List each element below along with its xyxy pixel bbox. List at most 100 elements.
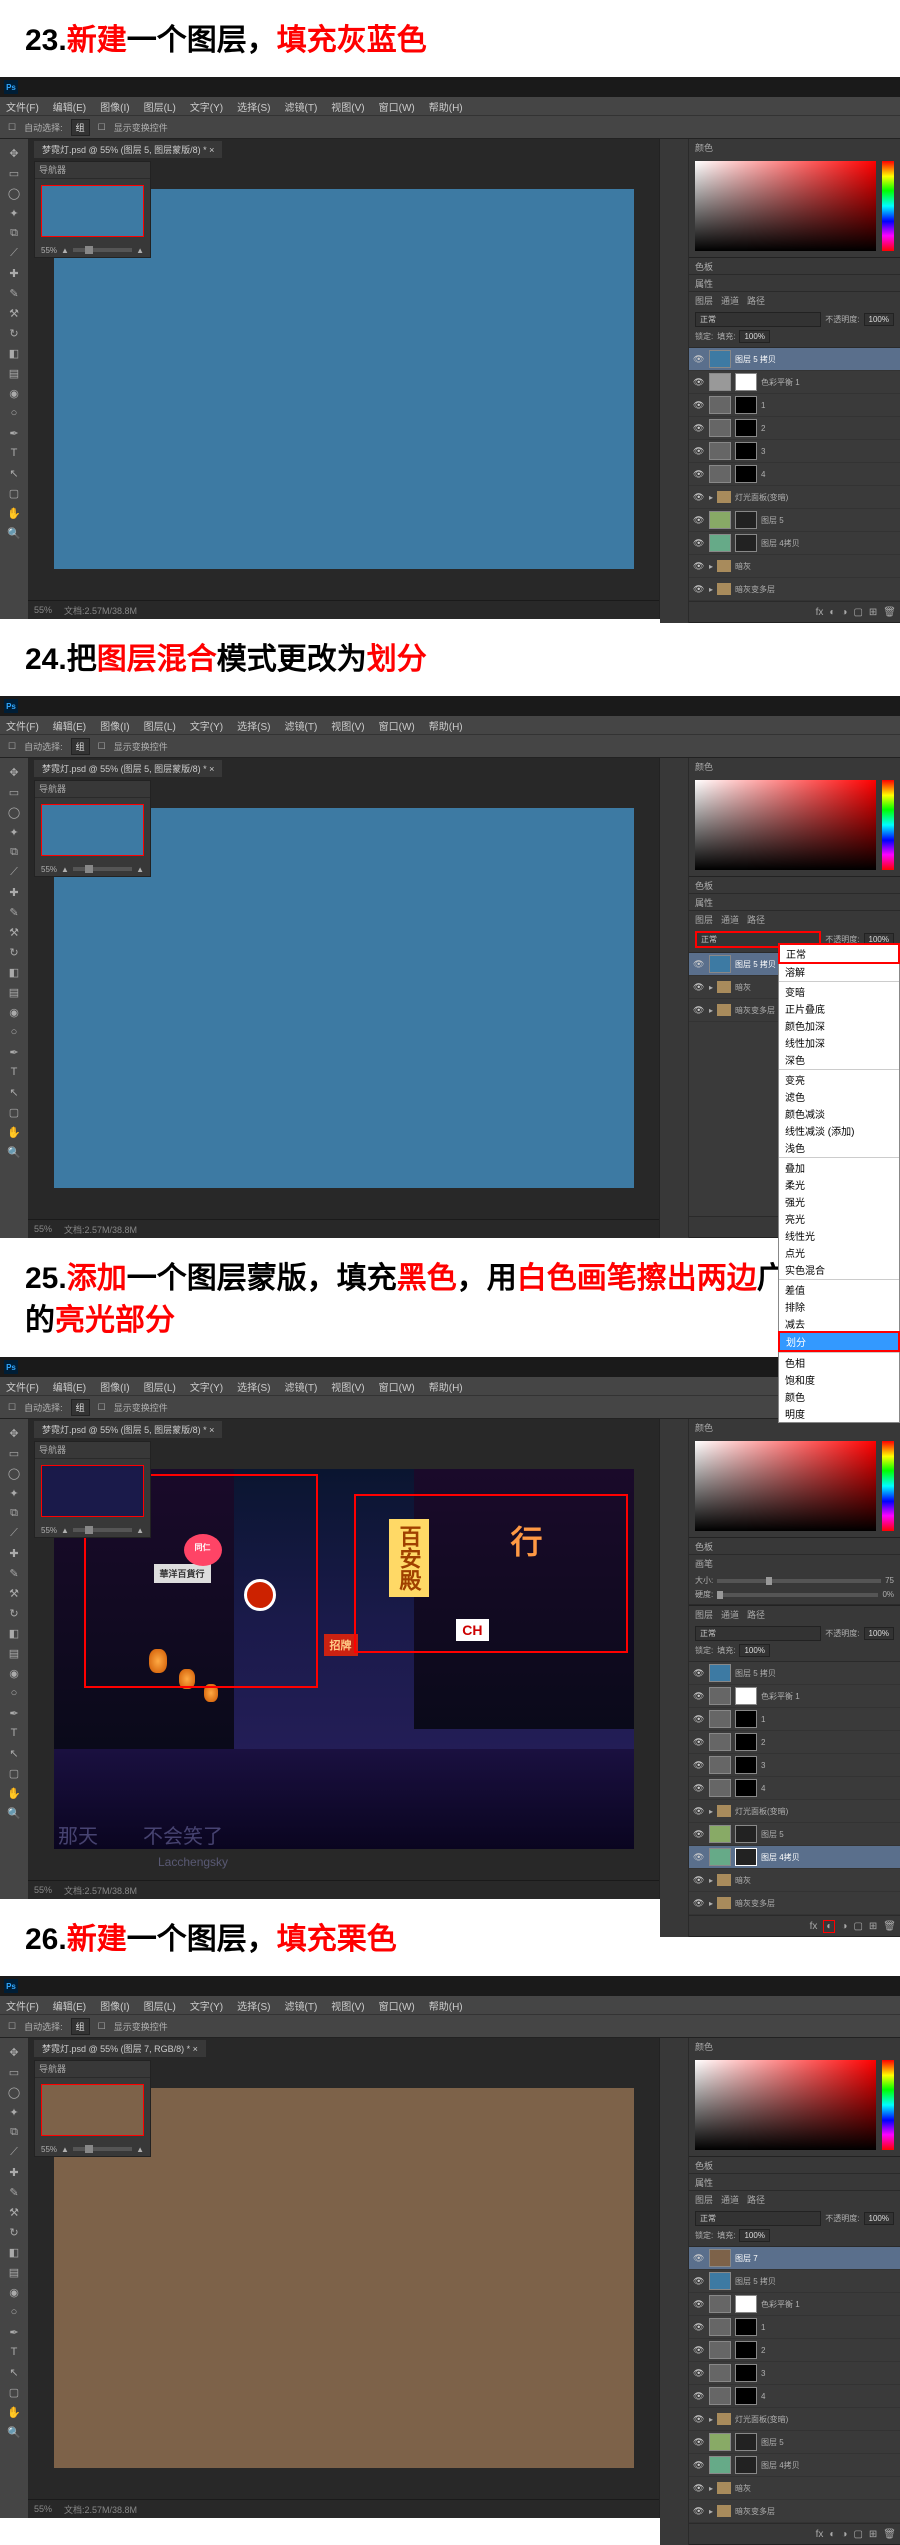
opt-auto-select-cb[interactable]: ☐ xyxy=(8,122,16,133)
opt-auto-select-label: 自动选择: xyxy=(24,121,63,134)
channels-tab[interactable]: 通道 xyxy=(721,294,739,307)
layer-row[interactable]: 👁 1 xyxy=(689,394,900,417)
fx-icon[interactable]: fx xyxy=(816,607,824,618)
dodge-tool-icon[interactable]: ○ xyxy=(0,403,28,423)
layer-row[interactable]: 👁 图层 5 xyxy=(689,509,900,532)
history-brush-icon[interactable]: ↻ xyxy=(0,323,28,343)
step-23: 23.新建一个图层，填充灰蓝色 Ps 文件(F) 编辑(E) 图像(I) 图层(… xyxy=(0,0,900,619)
navigator-panel[interactable]: 导航器 55%▲▲ xyxy=(34,1441,151,1538)
opt-show-transform-cb[interactable]: ☐ xyxy=(98,122,106,133)
layer-group[interactable]: 👁 ▸ 暗灰变多层 xyxy=(689,578,900,601)
ps-toolbar[interactable]: ✥▭ ◯✦ ⧉⟋ ✚✎ ⚒↻ ◧▤ ◉○ ✒T ↖▢ ✋🔍 xyxy=(0,1419,28,1899)
document-tab[interactable]: 梦霓灯.psd @ 55% (图层 5, 图层蒙版/8) * × xyxy=(34,1421,222,1438)
zoom-tool-icon[interactable]: 🔍 xyxy=(0,523,28,543)
blend-mode-select[interactable]: 正常 xyxy=(695,312,821,327)
document-tab[interactable]: 梦霓灯.psd @ 55% (图层 5, 图层蒙版/8) * × xyxy=(34,760,222,777)
color-spectrum[interactable] xyxy=(695,161,876,251)
opt-group-select[interactable]: 组 xyxy=(71,119,90,136)
navigator-panel[interactable]: 导航器 55% ▲ ▲ xyxy=(34,161,151,258)
lasso-tool-icon[interactable]: ◯ xyxy=(0,183,28,203)
blur-tool-icon[interactable]: ◉ xyxy=(0,383,28,403)
ps-toolbar[interactable]: ✥ ▭ ◯ ✦ ⧉ ⟋ ✚ ✎ ⚒ ↻ ◧ ▤ ◉ ○ ✒ T ↖ ▢ ✋ 🔍 xyxy=(0,139,28,619)
swatches-panel[interactable]: 色板 xyxy=(689,258,900,275)
crop-tool-icon[interactable]: ⧉ xyxy=(0,223,28,243)
hand-tool-icon[interactable]: ✋ xyxy=(0,503,28,523)
layer-row[interactable]: 👁 图层 4拷贝 xyxy=(689,532,900,555)
eyedropper-tool-icon[interactable]: ⟋ xyxy=(0,243,28,263)
hue-bar[interactable] xyxy=(882,161,894,251)
new-layer-icon[interactable]: ⊞ xyxy=(869,607,877,618)
navigator-preview[interactable] xyxy=(41,185,144,237)
menu-filter[interactable]: 滤镜(T) xyxy=(285,99,318,114)
navigator-zoom-slider[interactable]: 55% ▲ ▲ xyxy=(35,243,150,257)
menu-view[interactable]: 视图(V) xyxy=(331,99,364,114)
heal-tool-icon[interactable]: ✚ xyxy=(0,263,28,283)
color-picker[interactable] xyxy=(689,155,900,257)
menu-type[interactable]: 文字(Y) xyxy=(190,99,223,114)
navigator-panel[interactable]: 导航器 55%▲▲ xyxy=(34,2060,151,2157)
ps-logo-icon: Ps xyxy=(4,80,18,94)
statusbar: 55% 文档:2.57M/38.8M xyxy=(28,600,659,619)
layer-thumb xyxy=(709,350,731,368)
watermark-sub: Lacchengsky xyxy=(158,1855,228,1869)
paths-tab[interactable]: 路径 xyxy=(747,294,765,307)
navigator-panel[interactable]: 导航器 55%▲▲ xyxy=(34,780,151,877)
lock-label: 锁定: xyxy=(695,331,713,342)
opacity-value[interactable]: 100% xyxy=(864,313,894,326)
brush-tool-icon[interactable]: ✎ xyxy=(0,283,28,303)
layers-footer: fx ◐ ◑ ▢ ⊞ 🗑 xyxy=(689,601,900,622)
group-icon[interactable]: ▢ xyxy=(853,607,862,618)
step-24-title: 24.把图层混合模式更改为划分 xyxy=(0,629,900,696)
path-tool-icon[interactable]: ↖ xyxy=(0,463,28,483)
fill-value[interactable]: 100% xyxy=(739,330,769,343)
layer-row-selected[interactable]: 👁 图层 5 拷贝 xyxy=(689,348,900,371)
ps-menubar[interactable]: 文件(F)编辑(E) 图像(I)图层(L) 文字(Y)选择(S) 滤镜(T)视图… xyxy=(0,1377,900,1395)
marquee-tool-icon[interactable]: ▭ xyxy=(0,163,28,183)
menu-file[interactable]: 文件(F) xyxy=(6,99,39,114)
visibility-icon[interactable]: 👁 xyxy=(693,354,705,365)
mask-icon-highlighted[interactable]: ◐ xyxy=(823,1920,835,1933)
pen-tool-icon[interactable]: ✒ xyxy=(0,423,28,443)
document-tab[interactable]: 梦霓灯.psd @ 55% (图层 5, 图层蒙版/8) * × xyxy=(34,141,222,158)
document-tab[interactable]: 梦霓灯.psd @ 55% (图层 7, RGB/8) * × xyxy=(34,2040,206,2057)
layer-row[interactable]: 👁 2 xyxy=(689,417,900,440)
shape-tool-icon[interactable]: ▢ xyxy=(0,483,28,503)
mask-icon[interactable]: ◐ xyxy=(829,607,835,618)
menu-image[interactable]: 图像(I) xyxy=(100,99,129,114)
gradient-tool-icon[interactable]: ▤ xyxy=(0,363,28,383)
layers-tab[interactable]: 图层 xyxy=(695,294,713,307)
trash-icon[interactable]: 🗑 xyxy=(883,607,896,618)
layer-row[interactable]: 👁 3 xyxy=(689,440,900,463)
menu-window[interactable]: 窗口(W) xyxy=(379,99,415,114)
ps-canvas-area: 梦霓灯.psd @ 55% (图层 5, 图层蒙版/8) * × 导航器 55%… xyxy=(28,139,659,619)
menu-help[interactable]: 帮助(H) xyxy=(429,99,463,114)
ps-menubar[interactable]: 文件(F) 编辑(E) 图像(I) 图层(L) 文字(Y) 选择(S) 滤镜(T… xyxy=(0,716,900,734)
folder-icon xyxy=(717,491,731,503)
menu-layer[interactable]: 图层(L) xyxy=(144,99,176,114)
adjustment-icon[interactable]: ◑ xyxy=(841,607,847,618)
layer-row[interactable]: 👁 4 xyxy=(689,463,900,486)
highlight-box-right xyxy=(354,1494,628,1653)
move-tool-icon[interactable]: ✥ xyxy=(0,143,28,163)
layer-group[interactable]: 👁 ▸ 暗灰 xyxy=(689,555,900,578)
menu-select[interactable]: 选择(S) xyxy=(237,99,270,114)
color-tab[interactable]: 颜色 xyxy=(695,141,713,154)
stamp-tool-icon[interactable]: ⚒ xyxy=(0,303,28,323)
type-tool-icon[interactable]: T xyxy=(0,443,28,463)
ps-toolbar[interactable]: ✥ ▭◯ ✦⧉ ⟋✚ ✎⚒ ↻◧ ▤◉ ○✒ T↖ ▢✋ 🔍 xyxy=(0,758,28,1238)
panel-dock-strip[interactable] xyxy=(660,139,689,623)
eraser-tool-icon[interactable]: ◧ xyxy=(0,343,28,363)
layer-row[interactable]: 👁 色彩平衡 1 xyxy=(689,371,900,394)
blend-item-normal[interactable]: 正常 xyxy=(778,943,900,964)
layer-group[interactable]: 👁 ▸ 灯光面板(变暗) xyxy=(689,486,900,509)
zoom-value: 55% xyxy=(41,246,57,255)
move-tool-icon[interactable]: ✥ xyxy=(0,762,28,782)
properties-panel[interactable]: 属性 xyxy=(689,275,900,292)
menu-edit[interactable]: 编辑(E) xyxy=(53,99,86,114)
layer-list[interactable]: 👁 图层 5 拷贝 👁 色彩平衡 1 xyxy=(689,348,900,601)
blend-item-divide-selected[interactable]: 划分 xyxy=(778,1331,900,1352)
step-26: 26.新建一个图层，填充栗色 Ps 文件(F)编辑(E) 图像(I)图层(L) … xyxy=(0,1899,900,2518)
ps-menubar[interactable]: 文件(F) 编辑(E) 图像(I) 图层(L) 文字(Y) 选择(S) 滤镜(T… xyxy=(0,97,900,115)
blend-mode-dropdown[interactable]: 正常 溶解 变暗 正片叠底 颜色加深 线性加深 深色 变亮 xyxy=(778,943,900,1423)
wand-tool-icon[interactable]: ✦ xyxy=(0,203,28,223)
